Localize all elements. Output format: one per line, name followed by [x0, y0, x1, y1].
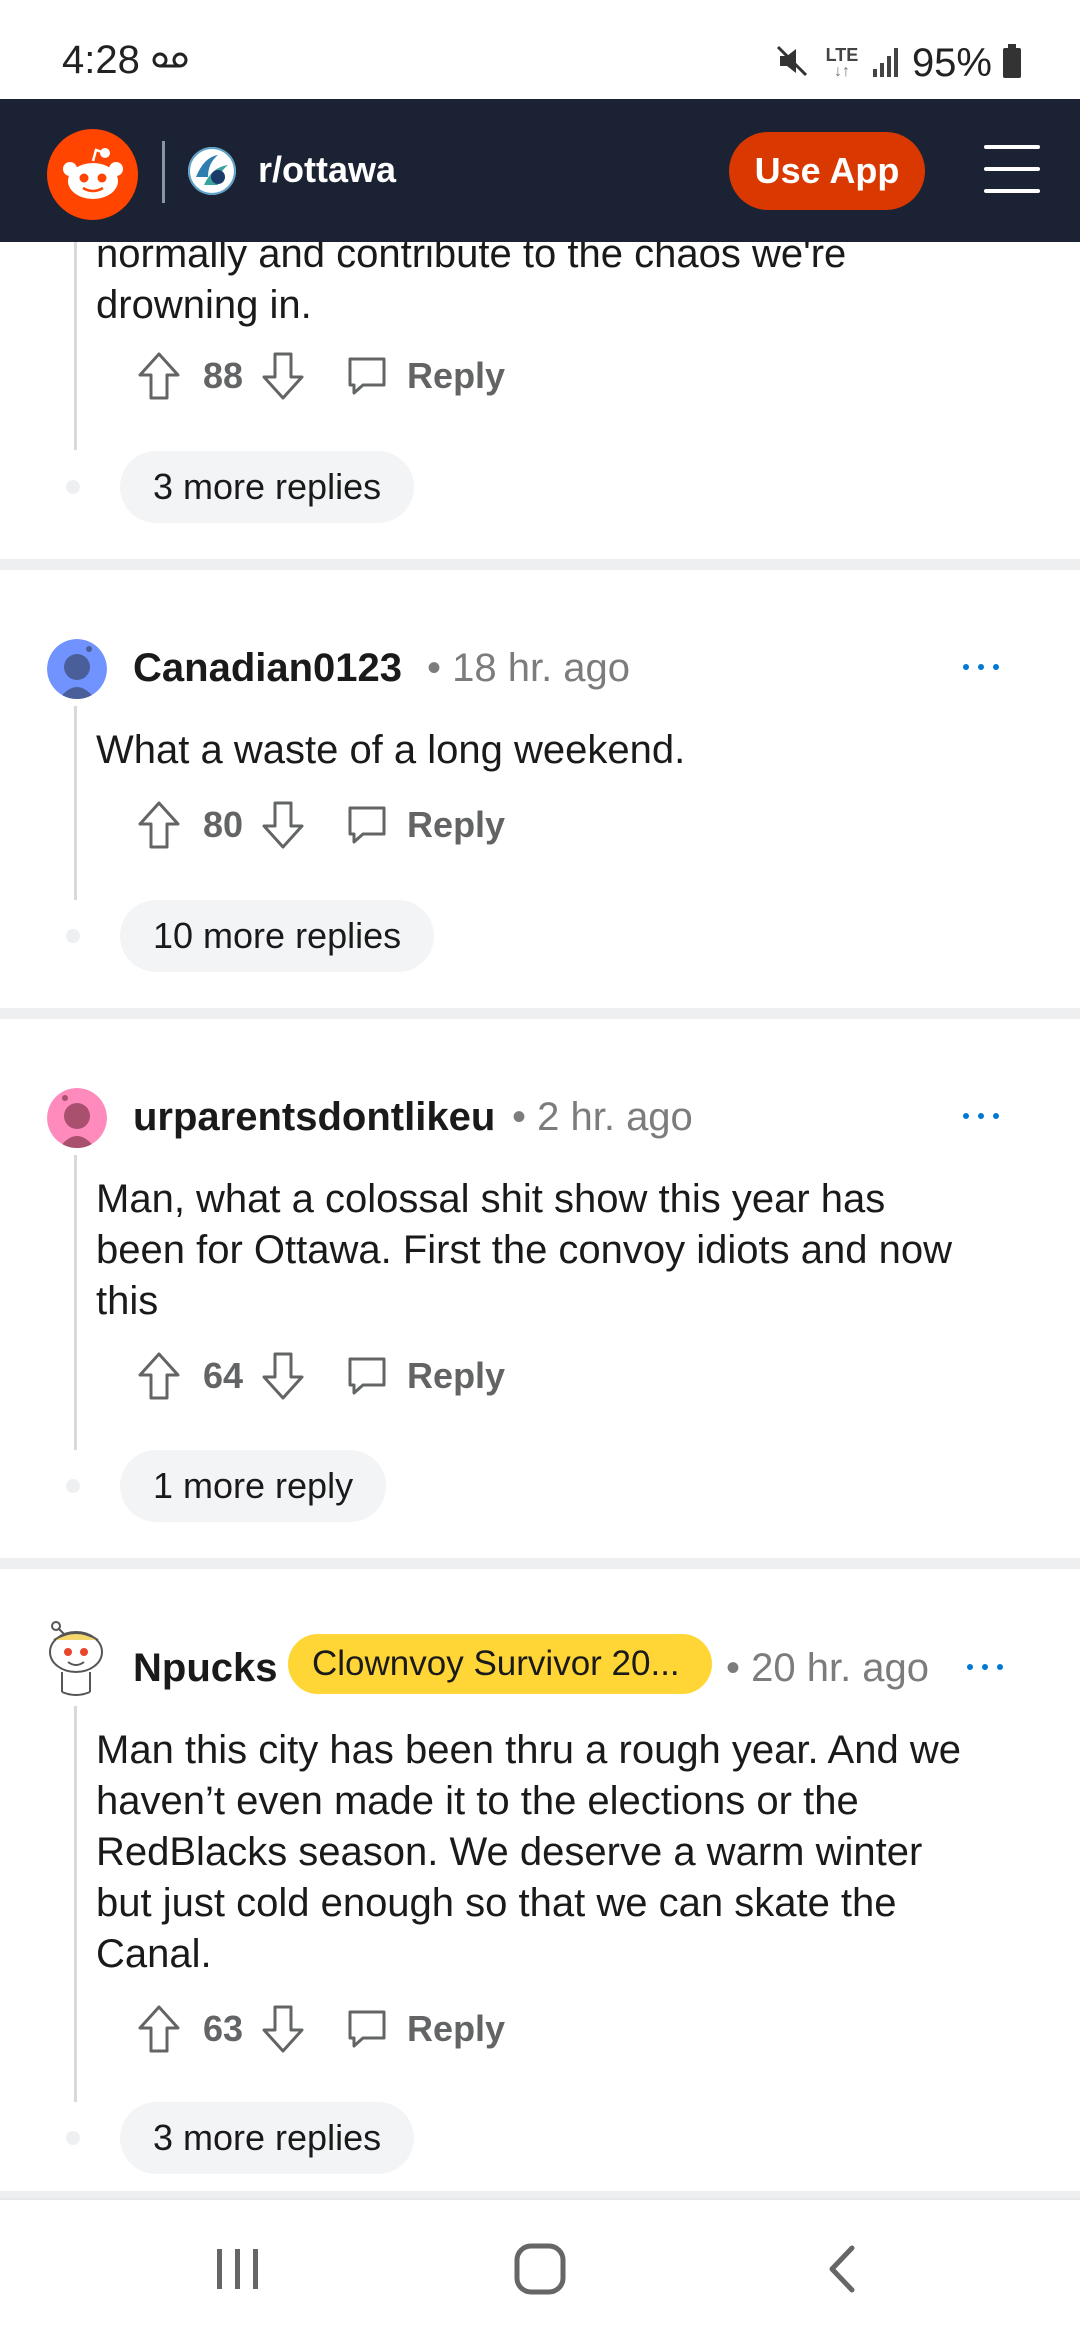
battery-icon	[1002, 43, 1022, 83]
thread-dot	[66, 929, 80, 943]
signal-icon	[872, 45, 902, 82]
lte-icon: LTE ↓↑	[825, 45, 859, 80]
comment-separator	[0, 2191, 1080, 2198]
vote-count: 64	[203, 1355, 244, 1396]
reply-button[interactable]: Reply	[347, 804, 505, 846]
vote-count: 63	[203, 2008, 244, 2049]
thread-dot	[66, 1479, 80, 1493]
comment-username[interactable]: Canadian0123	[133, 646, 402, 691]
mute-icon	[772, 41, 812, 86]
comment-timestamp: • 20 hr. ago	[726, 1646, 930, 1690]
back-icon[interactable]	[824, 2244, 858, 2299]
downvote-icon[interactable]	[259, 1349, 307, 1403]
more-options-icon[interactable]	[963, 664, 999, 674]
more-replies-button[interactable]: 3 more replies	[120, 451, 415, 523]
subreddit-avatar-icon[interactable]	[188, 147, 236, 195]
status-bar: 4:28 LTE ↓↑ 95%	[0, 0, 1080, 99]
upvote-icon[interactable]	[135, 2002, 183, 2056]
thread-line[interactable]	[74, 706, 77, 900]
app-header: r/ottawa Use App	[0, 99, 1080, 242]
vote-count: 80	[203, 804, 244, 845]
downvote-icon[interactable]	[259, 349, 307, 403]
comment-actions: 80 Reply	[135, 795, 505, 855]
use-app-button[interactable]: Use App	[729, 132, 925, 210]
comment-separator	[0, 559, 1080, 570]
home-icon[interactable]	[513, 2242, 567, 2301]
thread-line[interactable]	[74, 1706, 77, 2102]
more-replies-button[interactable]: 10 more replies	[120, 900, 435, 972]
comment-bubble-icon	[348, 1357, 386, 1395]
more-replies-button[interactable]: 3 more replies	[120, 2102, 415, 2174]
header-divider	[162, 141, 165, 203]
comment-actions: 88 Reply	[135, 346, 505, 406]
snoo-avatar[interactable]	[40, 1618, 110, 1700]
thread-dot	[66, 480, 80, 494]
subreddit-name[interactable]: r/ottawa	[258, 149, 396, 191]
comment-username[interactable]: urparentsdontlikeu	[133, 1095, 495, 1140]
vote-count: 88	[203, 355, 244, 396]
comment-timestamp: • 2 hr. ago	[512, 1095, 693, 1139]
battery-percent: 95%	[911, 40, 992, 85]
reply-button[interactable]: Reply	[347, 355, 505, 397]
comment-actions: 64 Reply	[135, 1346, 505, 1406]
avatar[interactable]	[47, 639, 107, 699]
upvote-icon[interactable]	[135, 1349, 183, 1403]
reply-button[interactable]: Reply	[347, 1355, 505, 1397]
downvote-icon[interactable]	[259, 2002, 307, 2056]
comment-bubble-icon	[348, 806, 386, 844]
more-replies-button[interactable]: 1 more reply	[120, 1450, 387, 1522]
more-options-icon[interactable]	[967, 1664, 1003, 1674]
hamburger-menu-icon[interactable]	[984, 145, 1040, 195]
thread-dot	[66, 2131, 80, 2145]
reply-label: Reply	[407, 804, 506, 845]
user-flair: Clownvoy Survivor 20...	[288, 1634, 712, 1694]
reply-button[interactable]: Reply	[347, 2008, 505, 2050]
avatar[interactable]	[47, 1088, 107, 1148]
upvote-icon[interactable]	[135, 798, 183, 852]
downvote-icon[interactable]	[259, 798, 307, 852]
voicemail-icon	[152, 50, 188, 75]
reply-label: Reply	[407, 1355, 506, 1396]
comment-actions: 63 Reply	[135, 1999, 505, 2059]
thread-line[interactable]	[74, 240, 77, 450]
reply-label: Reply	[407, 2008, 506, 2049]
comment-body: Man, what a colossal shit show this year…	[96, 1177, 952, 1323]
comment-body: What a waste of a long weekend.	[96, 728, 686, 772]
reply-label: Reply	[407, 355, 506, 396]
upvote-icon[interactable]	[135, 349, 183, 403]
comment-separator	[0, 1558, 1080, 1569]
recent-apps-icon[interactable]	[214, 2244, 262, 2299]
thread-line[interactable]	[74, 1155, 77, 1450]
system-nav-bar	[0, 2198, 1080, 2340]
reddit-logo-icon[interactable]	[47, 129, 138, 220]
comment-bubble-icon	[348, 2010, 386, 2048]
comment-bubble-icon	[348, 357, 386, 395]
comment-body: normally and contribute to the chaos we'…	[96, 232, 847, 327]
comment-separator	[0, 1008, 1080, 1019]
comment-username[interactable]: Npucks	[133, 1646, 278, 1691]
comment-body: Man this city has been thru a rough year…	[96, 1728, 961, 1976]
status-time: 4:28	[62, 38, 140, 82]
more-options-icon[interactable]	[963, 1113, 999, 1123]
comment-timestamp: • 18 hr. ago	[427, 646, 631, 690]
